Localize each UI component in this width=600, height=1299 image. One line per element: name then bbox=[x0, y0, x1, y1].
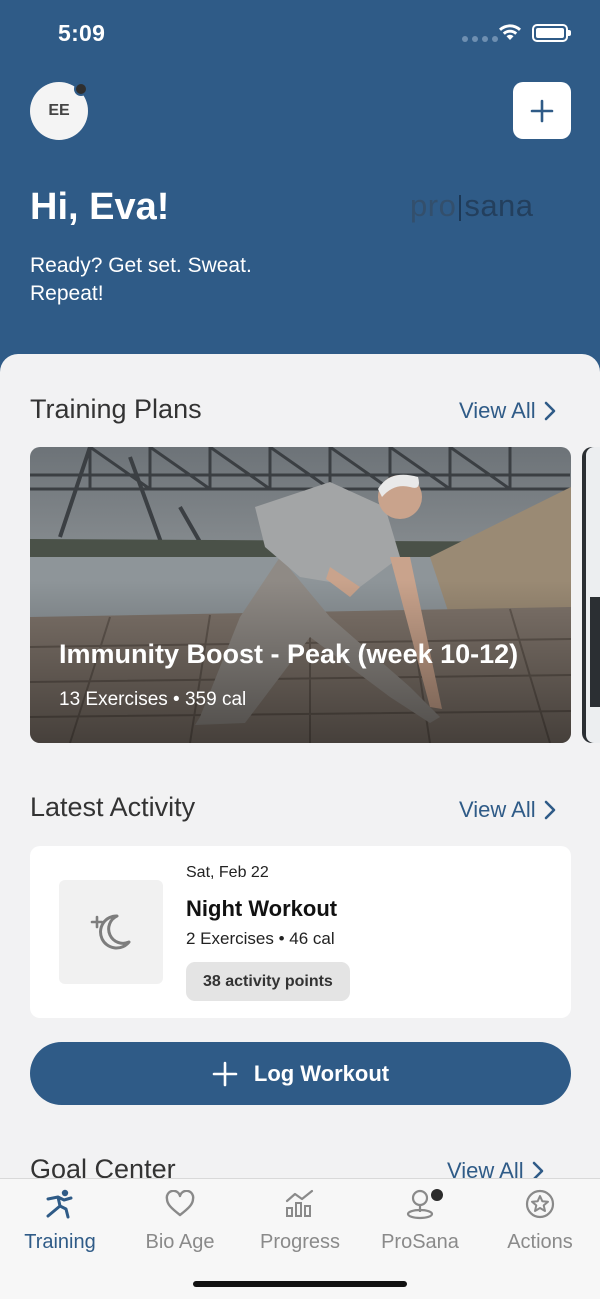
activity-card[interactable]: Sat, Feb 22 Night Workout 2 Exercises • … bbox=[30, 846, 571, 1018]
add-button[interactable] bbox=[513, 82, 571, 139]
tab-label: Progress bbox=[259, 1231, 341, 1253]
chevron-right-icon bbox=[544, 401, 555, 421]
training-plans-title: Training Plans bbox=[30, 394, 202, 424]
chevron-right-icon bbox=[544, 800, 555, 820]
tab-actions[interactable]: Actions bbox=[480, 1187, 600, 1259]
latest-activity-title: Latest Activity bbox=[30, 792, 196, 822]
wifi-icon bbox=[499, 24, 521, 40]
logo-text-sana: sana bbox=[464, 188, 534, 223]
tab-label: ProSana bbox=[381, 1231, 459, 1253]
runner-icon bbox=[46, 1189, 73, 1219]
tab-training[interactable]: Training bbox=[0, 1187, 120, 1259]
cellular-signal-icon bbox=[462, 36, 498, 42]
log-workout-button[interactable]: Log Workout bbox=[30, 1042, 571, 1105]
moon-plus-icon bbox=[90, 914, 131, 950]
tab-bio-age[interactable]: Bio Age bbox=[120, 1187, 240, 1259]
notification-dot bbox=[74, 82, 88, 96]
log-workout-label: Log Workout bbox=[253, 1060, 390, 1086]
tab-bar: Training Bio Age Progress ProSana Action… bbox=[0, 1178, 600, 1299]
tab-label: Actions bbox=[507, 1231, 573, 1253]
tab-progress[interactable]: Progress bbox=[240, 1187, 360, 1259]
greeting-subtitle: Ready? Get set. Sweat. Repeat! bbox=[30, 254, 252, 305]
status-time: 5:09 bbox=[58, 20, 106, 46]
view-all-label: View All bbox=[459, 797, 536, 822]
header: 5:09 EE Hi, Eva! Ready? Get set. Sweat. … bbox=[0, 0, 600, 380]
plan-meta: 13 Exercises • 359 cal bbox=[59, 689, 247, 710]
plus-icon bbox=[530, 99, 554, 122]
tab-label: Training bbox=[24, 1231, 96, 1253]
next-plan-card-peek[interactable] bbox=[582, 447, 600, 743]
tab-prosana[interactable]: ProSana bbox=[360, 1187, 480, 1259]
star-circle-icon bbox=[525, 1189, 555, 1219]
activity-name: Night Workout bbox=[186, 896, 338, 921]
view-all-label: View All bbox=[459, 398, 536, 423]
activity-thumbnail bbox=[59, 880, 163, 984]
content-panel: Training Plans View All Immunity Boost -… bbox=[0, 354, 600, 1299]
home-indicator bbox=[193, 1281, 407, 1287]
activity-points-badge: 38 activity points bbox=[186, 962, 350, 1001]
plan-title: Immunity Boost - Peak (week 10-12) bbox=[59, 639, 519, 669]
latest-activity-view-all[interactable]: View All bbox=[459, 797, 556, 823]
greeting: Hi, Eva! bbox=[30, 186, 170, 228]
training-plans-view-all[interactable]: View All bbox=[459, 398, 556, 424]
status-bar: 5:09 bbox=[0, 0, 600, 64]
heart-icon bbox=[165, 1190, 195, 1217]
avatar-initials: EE bbox=[48, 102, 70, 119]
logo-text-pro: pro bbox=[410, 188, 457, 223]
bar-chart-icon bbox=[285, 1189, 314, 1217]
notification-dot bbox=[431, 1189, 443, 1201]
plus-icon bbox=[212, 1061, 238, 1086]
activity-date: Sat, Feb 22 bbox=[186, 864, 269, 881]
training-plan-card[interactable]: Immunity Boost - Peak (week 10-12) 13 Ex… bbox=[30, 447, 571, 743]
prosana-logo: pro sana bbox=[410, 188, 534, 224]
tab-label: Bio Age bbox=[145, 1231, 215, 1253]
activity-meta: 2 Exercises • 46 cal bbox=[186, 929, 335, 948]
battery-icon bbox=[532, 24, 571, 42]
